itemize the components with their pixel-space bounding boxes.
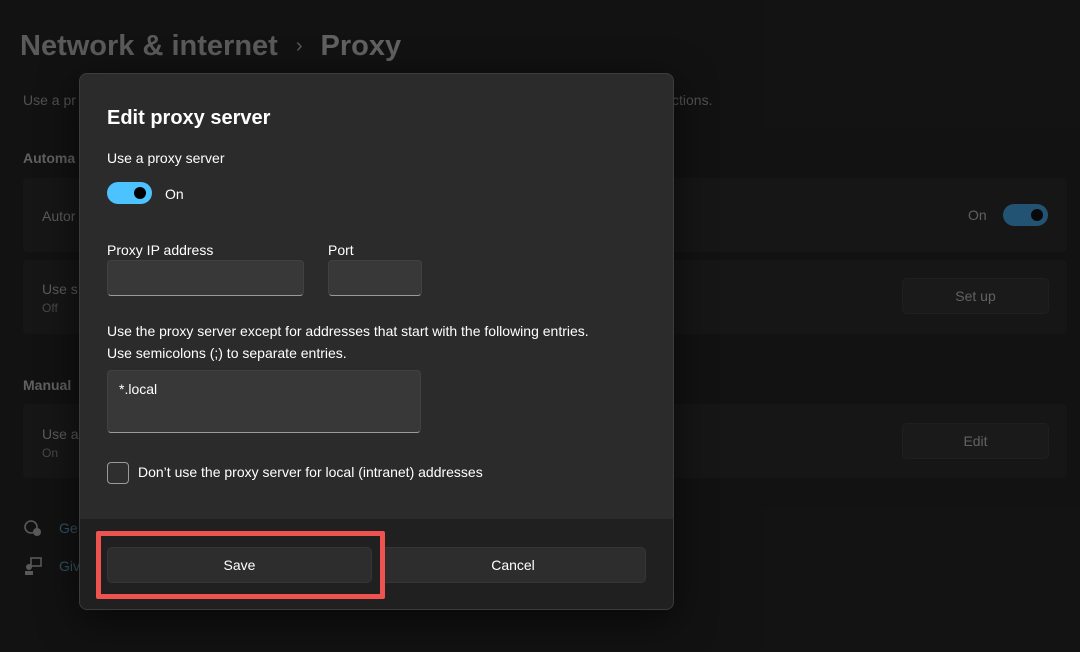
proxy-ip-input[interactable] bbox=[107, 260, 304, 296]
cancel-button[interactable]: Cancel bbox=[380, 547, 646, 583]
port-label: Port bbox=[328, 242, 354, 258]
proxy-ip-label: Proxy IP address bbox=[107, 242, 214, 258]
exceptions-textarea[interactable]: *.local bbox=[107, 370, 421, 433]
exceptions-note-line2: Use semicolons (;) to separate entries. bbox=[107, 345, 347, 361]
use-proxy-label: Use a proxy server bbox=[107, 150, 225, 166]
use-proxy-toggle[interactable] bbox=[107, 182, 152, 204]
save-button[interactable]: Save bbox=[107, 547, 372, 583]
edit-proxy-dialog: Edit proxy server Use a proxy server On … bbox=[79, 73, 674, 610]
port-input[interactable] bbox=[328, 260, 422, 296]
dialog-title: Edit proxy server bbox=[107, 107, 271, 129]
toggle-knob bbox=[134, 187, 146, 199]
exceptions-note: Use the proxy server except for addresse… bbox=[107, 320, 667, 364]
use-proxy-toggle-state: On bbox=[165, 186, 184, 202]
local-addresses-label[interactable]: Don’t use the proxy server for local (in… bbox=[138, 464, 483, 480]
local-addresses-checkbox[interactable] bbox=[107, 462, 129, 484]
exceptions-note-line1: Use the proxy server except for addresse… bbox=[107, 323, 589, 339]
dialog-footer: Save Cancel bbox=[80, 518, 673, 609]
